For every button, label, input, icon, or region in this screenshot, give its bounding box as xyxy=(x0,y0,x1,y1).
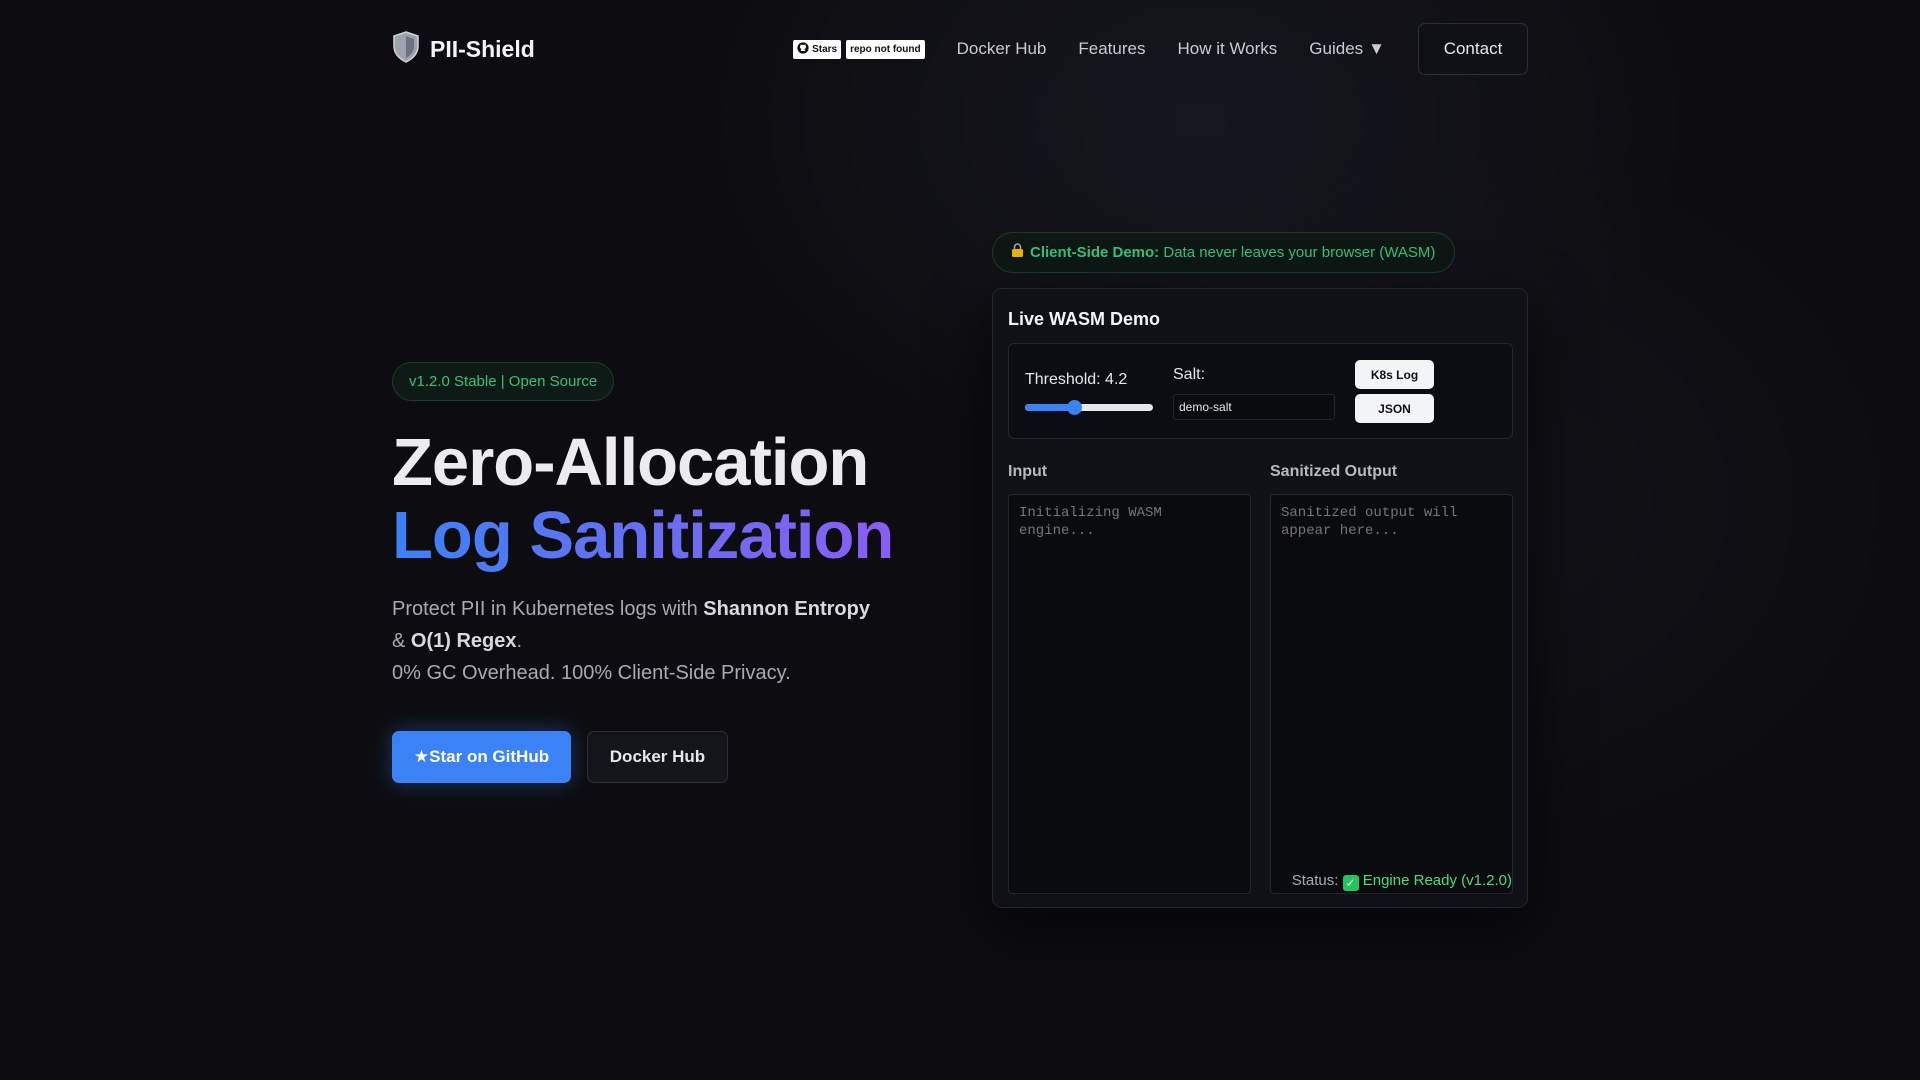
check-icon: ✓ xyxy=(1342,875,1359,891)
hero-title-line2: Log Sanitization xyxy=(392,499,912,573)
desc-regex: O(1) Regex xyxy=(410,630,517,652)
json-button[interactable]: JSON xyxy=(1355,394,1434,423)
star-on-github-button[interactable]: ★Star on GitHub xyxy=(392,731,571,783)
wasm-demo-card: Live WASM Demo Threshold: 4.2 Salt: K8s … xyxy=(992,288,1528,908)
hero-title-line1: Zero-Allocation xyxy=(392,425,869,500)
lock-icon xyxy=(1011,243,1024,262)
desc-text: Protect PII in Kubernetes logs with xyxy=(392,598,704,620)
stars-label: Stars xyxy=(812,43,838,55)
status-value: Engine Ready (v1.2.0) xyxy=(1358,872,1512,889)
github-badge: Stars xyxy=(793,39,842,59)
caret-down-icon: ▼ xyxy=(1368,39,1385,58)
demo-controls: Threshold: 4.2 Salt: K8s Log JSON xyxy=(1008,343,1513,439)
status-prefix: Status: xyxy=(1291,872,1343,889)
brand-name: PII-Shield xyxy=(430,35,535,62)
salt-label: Salt: xyxy=(1173,366,1206,383)
shield-icon xyxy=(392,30,420,68)
nav-link-features[interactable]: Features xyxy=(1078,39,1145,59)
k8s-log-button[interactable]: K8s Log xyxy=(1355,360,1434,389)
hero-description: Protect PII in Kubernetes logs with Shan… xyxy=(392,593,912,689)
hero-section: v1.2.0 Stable | Open Source Zero-Allocat… xyxy=(392,362,912,783)
input-label: Input xyxy=(1008,463,1048,480)
input-textarea[interactable] xyxy=(1008,494,1251,894)
nav-guides-dropdown[interactable]: Guides ▼ xyxy=(1309,39,1385,59)
output-textarea[interactable] xyxy=(1270,494,1513,894)
demo-title: Live WASM Demo xyxy=(1008,309,1161,329)
client-pill-text: Data never leaves your browser (WASM) xyxy=(1159,244,1436,261)
nav-link-how-it-works[interactable]: How it Works xyxy=(1177,39,1277,59)
desc-shannon-entropy: Shannon Entropy xyxy=(703,598,870,620)
engine-status: Status: ✓ Engine Ready (v1.2.0) xyxy=(1292,872,1512,891)
nav-link-docker-hub[interactable]: Docker Hub xyxy=(957,39,1047,59)
guides-label: Guides xyxy=(1309,39,1364,58)
brand[interactable]: PII-Shield xyxy=(392,30,535,68)
threshold-slider[interactable] xyxy=(1025,400,1153,415)
github-stars-badge[interactable]: Stars repo not found xyxy=(793,39,925,59)
salt-input[interactable] xyxy=(1173,394,1335,420)
threshold-label: Threshold: 4.2 xyxy=(1025,371,1128,388)
cta-buttons: ★Star on GitHub Docker Hub xyxy=(392,731,912,783)
nav-links: Stars repo not found Docker Hub Features… xyxy=(793,23,1528,75)
contact-button[interactable]: Contact xyxy=(1418,23,1528,75)
client-pill-bold: Client-Side Demo: xyxy=(1030,244,1160,261)
github-icon xyxy=(797,41,809,57)
desc-line3: 0% GC Overhead. 100% Client-Side Privacy… xyxy=(392,662,791,684)
version-badge: v1.2.0 Stable | Open Source xyxy=(392,362,615,401)
output-label: Sanitized Output xyxy=(1270,463,1398,480)
repo-status-badge: repo not found xyxy=(846,39,925,59)
desc-period: . xyxy=(516,630,523,652)
client-side-demo-badge: Client-Side Demo: Data never leaves your… xyxy=(992,232,1455,273)
docker-hub-button[interactable]: Docker Hub xyxy=(587,731,728,783)
top-nav: PII-Shield Stars repo not found Docker H… xyxy=(392,0,1528,98)
desc-amp: & xyxy=(392,630,411,652)
slider-thumb[interactable] xyxy=(1066,400,1082,415)
